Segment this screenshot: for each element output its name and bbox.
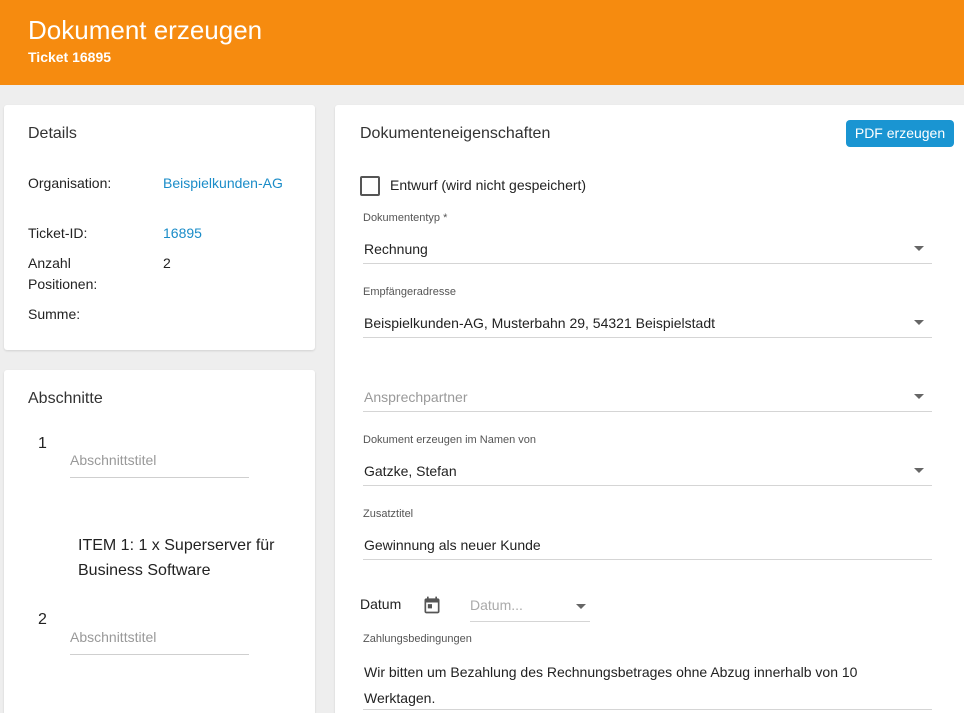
date-placeholder: Datum... bbox=[470, 597, 523, 613]
additional-title-input[interactable]: Zusatztitel Gewinnung als neuer Kunde bbox=[363, 505, 932, 560]
detail-label-positions: Anzahl Positionen: bbox=[28, 255, 98, 292]
date-label: Datum bbox=[360, 596, 402, 612]
details-title: Details bbox=[28, 125, 77, 142]
contact-person-select[interactable]: Ansprechpartner bbox=[363, 375, 932, 412]
payment-terms-label: Zahlungsbedingungen bbox=[363, 633, 472, 645]
sections-card: Abschnitte 1 Abschnittstitel ITEM 1: 1 x… bbox=[4, 370, 315, 713]
calendar-icon[interactable] bbox=[422, 595, 442, 615]
details-card: Details Organisation: Beispielkunden-AG … bbox=[4, 105, 315, 350]
detail-label-sum: Summe: bbox=[28, 306, 81, 322]
chevron-down-icon bbox=[914, 320, 924, 325]
section-number: 1 bbox=[38, 435, 47, 452]
recipient-address-label: Empfängeradresse bbox=[363, 286, 456, 298]
page-header: Dokument erzeugen Ticket 16895 bbox=[0, 0, 964, 85]
draft-checkbox-label[interactable]: Entwurf (wird nicht gespeichert) bbox=[390, 177, 586, 193]
created-on-behalf-value: Gatzke, Stefan bbox=[364, 463, 457, 479]
created-on-behalf-label: Dokument erzeugen im Namen von bbox=[363, 434, 537, 446]
properties-title: Dokumenteneigenschaften bbox=[360, 125, 551, 142]
detail-value-organisation[interactable]: Beispielkunden-AG bbox=[163, 173, 283, 193]
chevron-down-icon bbox=[914, 246, 924, 251]
payment-terms-value: Wir bitten um Bezahlung des Rechnungsbet… bbox=[364, 664, 858, 706]
section-title-placeholder: Abschnittstitel bbox=[70, 452, 157, 468]
section-title-input[interactable]: Abschnittstitel bbox=[70, 629, 249, 655]
section-item-text: ITEM 1: 1 x Superserver für Business Sof… bbox=[78, 537, 275, 579]
create-pdf-button[interactable]: PDF erzeugen bbox=[846, 120, 954, 147]
date-select[interactable]: Datum... bbox=[470, 587, 590, 622]
draft-checkbox[interactable] bbox=[360, 176, 380, 196]
document-type-label: Dokumententyp * bbox=[363, 212, 448, 224]
recipient-address-value: Beispielkunden-AG, Musterbahn 29, 54321 … bbox=[364, 315, 715, 331]
detail-label-ticket-id: Ticket-ID: bbox=[28, 225, 88, 241]
document-properties-card: Dokumenteneigenschaften PDF erzeugen Ent… bbox=[335, 105, 964, 713]
contact-person-placeholder: Ansprechpartner bbox=[364, 389, 468, 405]
document-type-value: Rechnung bbox=[364, 241, 428, 257]
additional-title-label: Zusatztitel bbox=[363, 508, 414, 520]
created-on-behalf-select[interactable]: Dokument erzeugen im Namen von Gatzke, S… bbox=[363, 431, 932, 486]
section-title-placeholder: Abschnittstitel bbox=[70, 629, 157, 645]
document-type-select[interactable]: Dokumententyp * Rechnung bbox=[363, 209, 932, 264]
section-title-input[interactable]: Abschnittstitel bbox=[70, 452, 249, 478]
sections-title: Abschnitte bbox=[28, 390, 103, 407]
additional-title-value: Gewinnung als neuer Kunde bbox=[364, 537, 541, 553]
payment-terms-textarea[interactable]: Zahlungsbedingungen Wir bitten um Bezahl… bbox=[363, 630, 932, 710]
detail-value-positions: 2 bbox=[163, 255, 171, 271]
chevron-down-icon bbox=[914, 468, 924, 473]
detail-value-ticket-id[interactable]: 16895 bbox=[163, 223, 283, 243]
chevron-down-icon bbox=[576, 604, 586, 609]
recipient-address-select[interactable]: Empfängeradresse Beispielkunden-AG, Must… bbox=[363, 283, 932, 338]
section-number: 2 bbox=[38, 611, 47, 628]
page-title: Dokument erzeugen bbox=[28, 15, 263, 45]
detail-label-organisation: Organisation: bbox=[28, 175, 112, 191]
page-subtitle: Ticket 16895 bbox=[28, 49, 112, 65]
chevron-down-icon bbox=[914, 394, 924, 399]
